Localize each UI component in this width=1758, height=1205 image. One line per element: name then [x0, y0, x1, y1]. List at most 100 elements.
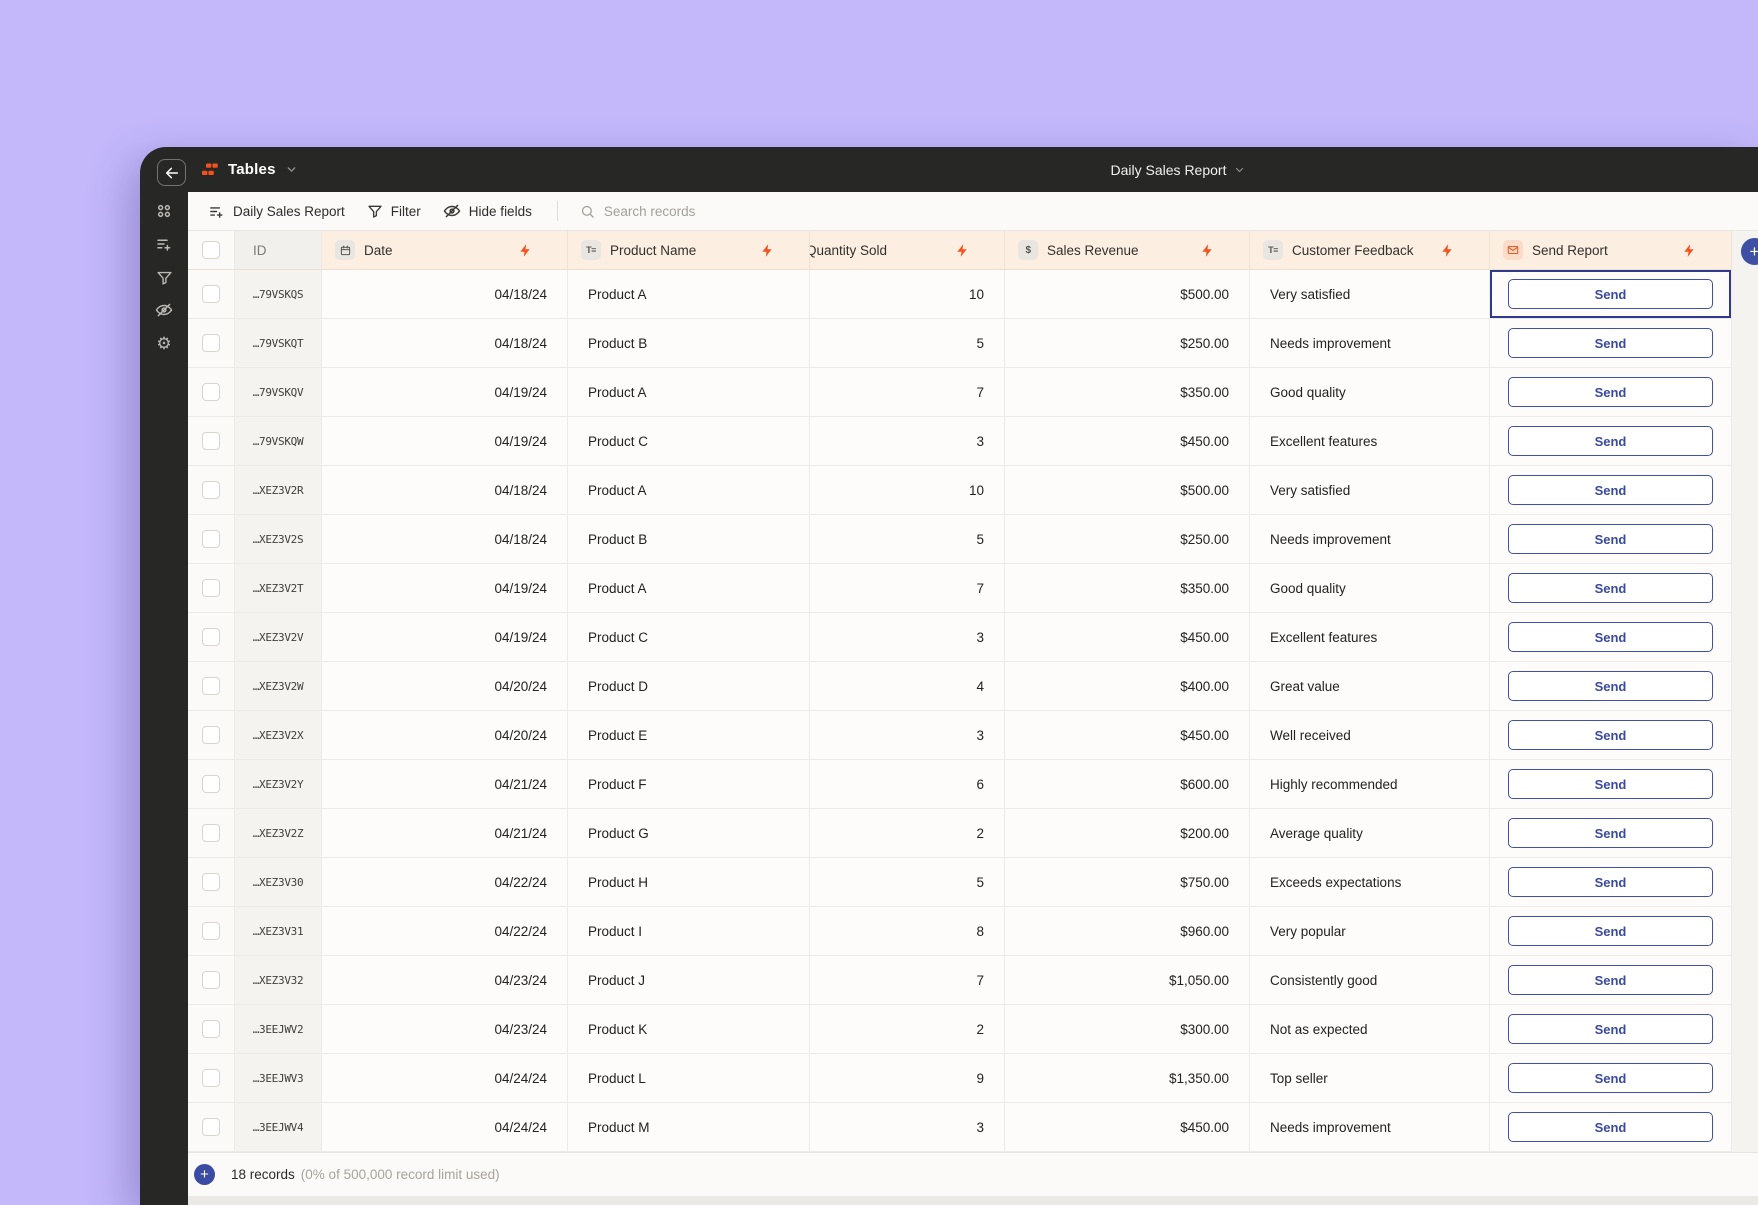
customer-feedback-cell[interactable]: Very popular — [1250, 907, 1490, 956]
send-button[interactable]: Send — [1508, 965, 1713, 995]
row-checkbox[interactable] — [202, 1118, 220, 1136]
add-record-button[interactable]: + — [194, 1164, 215, 1185]
row-checkbox[interactable] — [202, 628, 220, 646]
sales-revenue-cell[interactable]: $400.00 — [1005, 662, 1250, 711]
row-id-cell[interactable]: …XEZ3V2V — [235, 613, 322, 662]
customer-feedback-cell[interactable]: Good quality — [1250, 368, 1490, 417]
row-id-cell[interactable]: …XEZ3V30 — [235, 858, 322, 907]
date-cell[interactable]: 04/20/24 — [322, 662, 568, 711]
view-title[interactable]: Daily Sales Report — [1111, 147, 1246, 192]
column-header-customer-feedback[interactable]: T≡ Customer Feedback — [1250, 231, 1490, 270]
sales-revenue-cell[interactable]: $750.00 — [1005, 858, 1250, 907]
sales-revenue-cell[interactable]: $250.00 — [1005, 319, 1250, 368]
search-input[interactable] — [603, 203, 774, 219]
sales-revenue-cell[interactable]: $450.00 — [1005, 711, 1250, 760]
product-name-cell[interactable]: Product L — [568, 1054, 810, 1103]
date-cell[interactable]: 04/24/24 — [322, 1054, 568, 1103]
quantity-sold-cell[interactable]: 2 — [810, 1005, 1005, 1054]
customer-feedback-cell[interactable]: Needs improvement — [1250, 515, 1490, 564]
customer-feedback-cell[interactable]: Well received — [1250, 711, 1490, 760]
customer-feedback-cell[interactable]: Needs improvement — [1250, 319, 1490, 368]
product-name-cell[interactable]: Product A — [568, 466, 810, 515]
sales-revenue-cell[interactable]: $600.00 — [1005, 760, 1250, 809]
row-checkbox[interactable] — [202, 432, 220, 450]
row-checkbox[interactable] — [202, 922, 220, 940]
quantity-sold-cell[interactable]: 3 — [810, 1103, 1005, 1152]
sales-revenue-cell[interactable]: $500.00 — [1005, 466, 1250, 515]
customer-feedback-cell[interactable]: Average quality — [1250, 809, 1490, 858]
customer-feedback-cell[interactable]: Good quality — [1250, 564, 1490, 613]
sales-revenue-cell[interactable]: $1,350.00 — [1005, 1054, 1250, 1103]
column-header-product-name[interactable]: T≡ Product Name — [568, 231, 810, 270]
column-header-date[interactable]: Date — [322, 231, 568, 270]
customer-feedback-cell[interactable]: Needs improvement — [1250, 1103, 1490, 1152]
row-id-cell[interactable]: …79VSKQT — [235, 319, 322, 368]
row-checkbox[interactable] — [202, 726, 220, 744]
quantity-sold-cell[interactable]: 6 — [810, 760, 1005, 809]
row-id-cell[interactable]: …XEZ3V2Z — [235, 809, 322, 858]
date-cell[interactable]: 04/19/24 — [322, 613, 568, 662]
customer-feedback-cell[interactable]: Excellent features — [1250, 417, 1490, 466]
product-name-cell[interactable]: Product K — [568, 1005, 810, 1054]
quantity-sold-cell[interactable]: 10 — [810, 466, 1005, 515]
product-name-cell[interactable]: Product E — [568, 711, 810, 760]
quantity-sold-cell[interactable]: 8 — [810, 907, 1005, 956]
quantity-sold-cell[interactable]: 7 — [810, 956, 1005, 1005]
row-checkbox[interactable] — [202, 824, 220, 842]
date-cell[interactable]: 04/18/24 — [322, 270, 568, 319]
date-cell[interactable]: 04/18/24 — [322, 319, 568, 368]
sales-revenue-cell[interactable]: $500.00 — [1005, 270, 1250, 319]
sales-revenue-cell[interactable]: $350.00 — [1005, 368, 1250, 417]
sales-revenue-cell[interactable]: $450.00 — [1005, 1103, 1250, 1152]
row-id-cell[interactable]: …XEZ3V2W — [235, 662, 322, 711]
column-header-sales-revenue[interactable]: $ Sales Revenue — [1005, 231, 1250, 270]
product-name-cell[interactable]: Product D — [568, 662, 810, 711]
row-checkbox[interactable] — [202, 971, 220, 989]
send-button[interactable]: Send — [1508, 279, 1713, 309]
date-cell[interactable]: 04/22/24 — [322, 907, 568, 956]
back-button[interactable] — [157, 159, 186, 186]
sales-revenue-cell[interactable]: $450.00 — [1005, 613, 1250, 662]
date-cell[interactable]: 04/18/24 — [322, 466, 568, 515]
send-button[interactable]: Send — [1508, 769, 1713, 799]
customer-feedback-cell[interactable]: Excellent features — [1250, 613, 1490, 662]
quantity-sold-cell[interactable]: 3 — [810, 417, 1005, 466]
product-name-cell[interactable]: Product A — [568, 270, 810, 319]
quantity-sold-cell[interactable]: 9 — [810, 1054, 1005, 1103]
row-id-cell[interactable]: …XEZ3V2T — [235, 564, 322, 613]
sales-revenue-cell[interactable]: $960.00 — [1005, 907, 1250, 956]
row-checkbox[interactable] — [202, 579, 220, 597]
row-checkbox[interactable] — [202, 285, 220, 303]
quantity-sold-cell[interactable]: 4 — [810, 662, 1005, 711]
product-name-cell[interactable]: Product I — [568, 907, 810, 956]
quantity-sold-cell[interactable]: 2 — [810, 809, 1005, 858]
date-cell[interactable]: 04/23/24 — [322, 956, 568, 1005]
product-name-cell[interactable]: Product B — [568, 515, 810, 564]
quantity-sold-cell[interactable]: 3 — [810, 711, 1005, 760]
column-header-quantity-sold[interactable]: Quantity Sold — [810, 231, 1005, 270]
row-id-cell[interactable]: …3EEJWV4 — [235, 1103, 322, 1152]
filter-button[interactable]: Filter — [356, 192, 432, 230]
send-button[interactable]: Send — [1508, 573, 1713, 603]
send-button[interactable]: Send — [1508, 622, 1713, 652]
customer-feedback-cell[interactable]: Exceeds expectations — [1250, 858, 1490, 907]
customer-feedback-cell[interactable]: Consistently good — [1250, 956, 1490, 1005]
date-cell[interactable]: 04/19/24 — [322, 564, 568, 613]
customer-feedback-cell[interactable]: Highly recommended — [1250, 760, 1490, 809]
table-list-icon[interactable] — [154, 234, 174, 254]
date-cell[interactable]: 04/20/24 — [322, 711, 568, 760]
chevron-down-icon[interactable] — [285, 163, 298, 176]
sales-revenue-cell[interactable]: $250.00 — [1005, 515, 1250, 564]
send-button[interactable]: Send — [1508, 818, 1713, 848]
quantity-sold-cell[interactable]: 5 — [810, 858, 1005, 907]
row-checkbox[interactable] — [202, 873, 220, 891]
column-header-send-report[interactable]: Send Report — [1490, 231, 1732, 270]
row-id-cell[interactable]: …XEZ3V2Y — [235, 760, 322, 809]
send-button[interactable]: Send — [1508, 426, 1713, 456]
row-id-cell[interactable]: …XEZ3V2S — [235, 515, 322, 564]
send-button[interactable]: Send — [1508, 524, 1713, 554]
row-checkbox[interactable] — [202, 481, 220, 499]
quantity-sold-cell[interactable]: 3 — [810, 613, 1005, 662]
settings-icon[interactable]: ⚙ — [154, 333, 174, 353]
apps-grid-icon[interactable] — [154, 201, 174, 221]
